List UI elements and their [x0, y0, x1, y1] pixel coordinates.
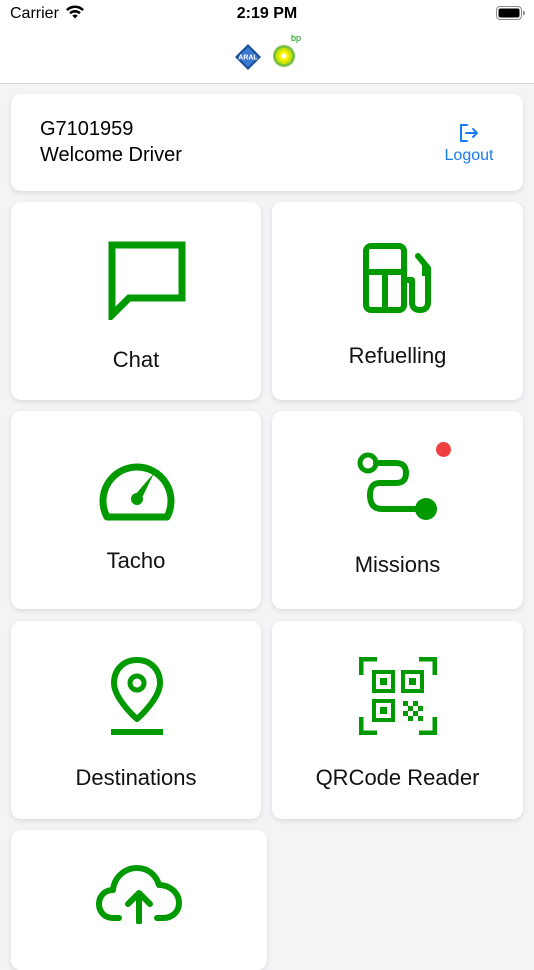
speedometer-icon	[99, 463, 175, 521]
qr-code-icon	[359, 657, 437, 735]
tile-label: Destinations	[75, 765, 197, 790]
bp-logo: bp	[273, 33, 301, 67]
map-pin-icon	[111, 657, 163, 735]
svg-text:ARAL: ARAL	[238, 55, 258, 62]
brand-logos: ARAL bp	[235, 33, 301, 70]
status-bar: Carrier 2:19 PM	[0, 0, 534, 28]
logout-button[interactable]: Logout	[433, 120, 505, 168]
welcome-text: Welcome Driver	[40, 144, 182, 166]
tile-tacho[interactable]: Tacho	[11, 411, 261, 609]
user-card: G7101959 Welcome Driver Logout	[11, 94, 523, 191]
tile-chat[interactable]: Chat	[11, 202, 261, 400]
aral-logo: ARAL	[235, 44, 261, 70]
chat-bubble-icon	[108, 241, 186, 320]
tile-qrcode-reader[interactable]: QRCode Reader	[272, 621, 523, 819]
route-icon	[357, 452, 437, 520]
cloud-upload-icon	[96, 865, 182, 924]
tile-refuelling[interactable]: Refuelling	[272, 202, 523, 400]
svg-text:bp: bp	[291, 33, 301, 43]
tile-label: Tacho	[106, 548, 166, 573]
logout-icon	[460, 124, 478, 142]
tile-destinations[interactable]: Destinations	[11, 621, 261, 819]
tile-missions[interactable]: Missions	[272, 411, 523, 609]
tile-label: Missions	[354, 552, 441, 577]
tile-label: Chat	[112, 347, 160, 372]
battery-icon	[496, 6, 525, 20]
app-header: ARAL bp	[0, 28, 534, 84]
tile-label: Refuelling	[348, 343, 447, 368]
tile-label: QRCode Reader	[315, 765, 480, 790]
driver-id: G7101959	[40, 118, 134, 140]
fuel-pump-icon	[363, 243, 431, 313]
logout-label: Logout	[444, 147, 494, 164]
status-time: 2:19 PM	[236, 5, 298, 22]
tile-upload[interactable]	[11, 830, 267, 970]
